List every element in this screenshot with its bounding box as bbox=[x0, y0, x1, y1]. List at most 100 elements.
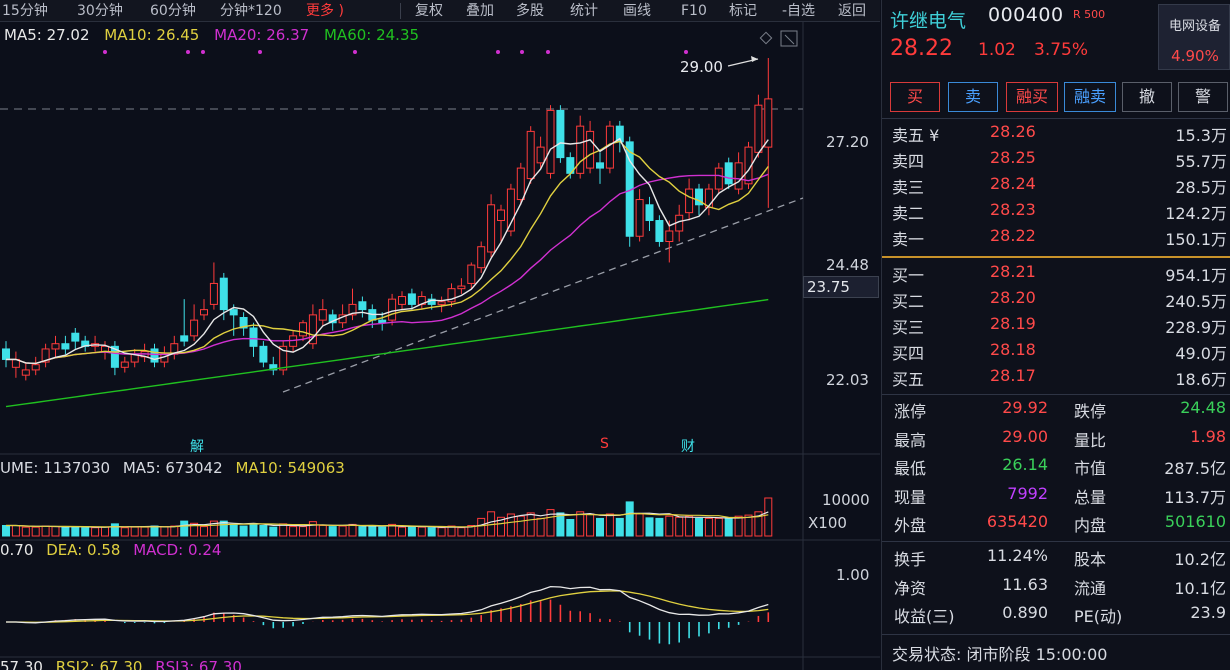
candle-body bbox=[506, 188, 515, 232]
candle-body bbox=[299, 322, 307, 337]
volume-bar bbox=[635, 513, 644, 537]
stat-label: 内盘 bbox=[1074, 516, 1107, 535]
volume-bar bbox=[328, 526, 337, 537]
stat-value: 10.2亿 bbox=[1174, 550, 1226, 569]
macd-group bbox=[6, 585, 770, 645]
ask-volume: 15.3万 bbox=[1175, 126, 1227, 145]
signal-dots-group bbox=[103, 50, 688, 54]
ask-row-3[interactable]: 卖三 28.24 28.5万 bbox=[882, 172, 1230, 197]
volume-bar bbox=[160, 526, 169, 537]
alert-button[interactable]: 警 bbox=[1178, 82, 1228, 112]
candle-body bbox=[180, 335, 189, 342]
volume-bar bbox=[71, 526, 80, 537]
candle-body bbox=[190, 319, 199, 337]
volume-bar bbox=[586, 513, 595, 537]
stat-value: 23.9 bbox=[1190, 603, 1226, 622]
bid-row-2[interactable]: 买二 28.20 240.5万 bbox=[882, 286, 1230, 311]
margin-sell-button[interactable]: 融卖 bbox=[1064, 82, 1116, 112]
price-axis-label-mid: 24.48 bbox=[826, 256, 869, 274]
ask-label: 卖一 bbox=[892, 230, 925, 249]
stat-label: 现量 bbox=[894, 487, 927, 507]
bid-label: 买五 bbox=[892, 370, 925, 389]
bid-row-4[interactable]: 买四 28.18 49.0万 bbox=[882, 338, 1230, 363]
candle-body bbox=[358, 301, 367, 311]
ask-row-5[interactable]: 卖五 ¥ 28.26 15.3万 bbox=[882, 120, 1230, 145]
candle-body bbox=[249, 327, 258, 347]
ma10-line bbox=[6, 140, 769, 365]
volume-bar bbox=[269, 526, 278, 537]
signal-dot bbox=[546, 50, 550, 54]
stat-label: 总量 bbox=[1074, 487, 1107, 507]
volume-bar bbox=[764, 497, 773, 537]
signal-dot bbox=[684, 50, 688, 54]
stat-label: 市值 bbox=[1074, 459, 1107, 478]
volume-bar bbox=[734, 515, 743, 537]
diamond-icon[interactable] bbox=[759, 31, 773, 45]
candle-body bbox=[635, 199, 644, 237]
volume-bar bbox=[150, 525, 159, 537]
ask-row-4[interactable]: 卖四 28.25 55.7万 bbox=[882, 146, 1230, 171]
ask-price: 28.25 bbox=[990, 148, 1036, 167]
bid-volume: 228.9万 bbox=[1165, 318, 1227, 337]
volume-bar bbox=[249, 523, 258, 537]
bid-price: 28.18 bbox=[990, 340, 1036, 359]
event-marker-cai[interactable]: 财 bbox=[681, 436, 695, 456]
price-change: 1.02 bbox=[978, 40, 1016, 60]
volume-bar bbox=[2, 525, 10, 537]
buy-button[interactable]: 买 bbox=[890, 82, 940, 112]
candle-body bbox=[378, 319, 387, 324]
candle-body bbox=[477, 246, 486, 269]
volume-bar bbox=[81, 527, 90, 537]
volume-bar bbox=[645, 517, 654, 537]
bid-row-1[interactable]: 买一 28.21 954.1万 bbox=[882, 260, 1230, 285]
volume-bar bbox=[695, 517, 703, 537]
volume-bar bbox=[21, 526, 30, 537]
volume-bar bbox=[704, 517, 713, 537]
window-toggle-icon-slash bbox=[784, 34, 795, 45]
volume-bar bbox=[200, 526, 208, 537]
sell-button[interactable]: 卖 bbox=[948, 82, 998, 112]
volume-bar bbox=[61, 526, 70, 537]
bid-price: 28.21 bbox=[990, 262, 1036, 281]
volume-bar bbox=[170, 525, 179, 537]
candle-body bbox=[655, 220, 664, 242]
volume-bar bbox=[378, 526, 387, 537]
support-trend-line bbox=[282, 197, 804, 393]
ask-row-2[interactable]: 卖二 28.23 124.2万 bbox=[882, 198, 1230, 223]
stat-value: 113.7万 bbox=[1164, 487, 1226, 507]
bid-row-3[interactable]: 买三 28.19 228.9万 bbox=[882, 312, 1230, 337]
stock-code: 000400 bbox=[988, 4, 1064, 26]
volume-legend: UME: 1137030 MA5: 673042 MA10: 549063 bbox=[0, 459, 353, 477]
margin-buy-button[interactable]: 融买 bbox=[1006, 82, 1058, 112]
event-marker-s[interactable]: S bbox=[600, 436, 609, 452]
ask-volume: 55.7万 bbox=[1175, 152, 1227, 171]
macd-legend: 0.70 DEA: 0.58 MACD: 0.24 bbox=[0, 541, 229, 559]
ask-row-1[interactable]: 卖一 28.22 150.1万 bbox=[882, 224, 1230, 249]
sector-badge[interactable]: 电网设备 4.90% bbox=[1158, 4, 1230, 70]
volume-ma10: MA10: 549063 bbox=[235, 459, 345, 477]
stat-label: 最高 bbox=[894, 430, 927, 450]
macd-dif: 0.70 bbox=[0, 541, 34, 559]
stat-label: 换手 bbox=[894, 550, 927, 569]
volume-bar bbox=[11, 525, 20, 537]
volume-bar bbox=[348, 523, 357, 537]
candle-body bbox=[487, 204, 496, 253]
kline-chart[interactable] bbox=[0, 0, 880, 670]
volume-bars-group bbox=[2, 497, 773, 537]
candle-body bbox=[2, 348, 10, 360]
ask-label: 卖二 bbox=[892, 204, 925, 223]
ask-volume: 124.2万 bbox=[1165, 204, 1227, 223]
macd-dif-line bbox=[6, 585, 769, 624]
volume-bar bbox=[625, 501, 634, 537]
volume-bar bbox=[180, 520, 189, 537]
macd-dea: DEA: 0.58 bbox=[46, 541, 121, 559]
bid-row-5[interactable]: 买五 28.17 18.6万 bbox=[882, 364, 1230, 389]
event-marker-jie[interactable]: 解 bbox=[190, 436, 204, 456]
high-marker-arrowhead bbox=[751, 56, 758, 62]
signal-dot bbox=[496, 50, 500, 54]
stat-value: 1.98 bbox=[1190, 426, 1226, 446]
macd-axis-label: 1.00 bbox=[836, 566, 870, 584]
cancel-order-button[interactable]: 撤 bbox=[1122, 82, 1172, 112]
sector-name: 电网设备 bbox=[1168, 19, 1221, 34]
trading-status: 交易状态: 闭市阶段 15:00:00 bbox=[892, 645, 1108, 664]
